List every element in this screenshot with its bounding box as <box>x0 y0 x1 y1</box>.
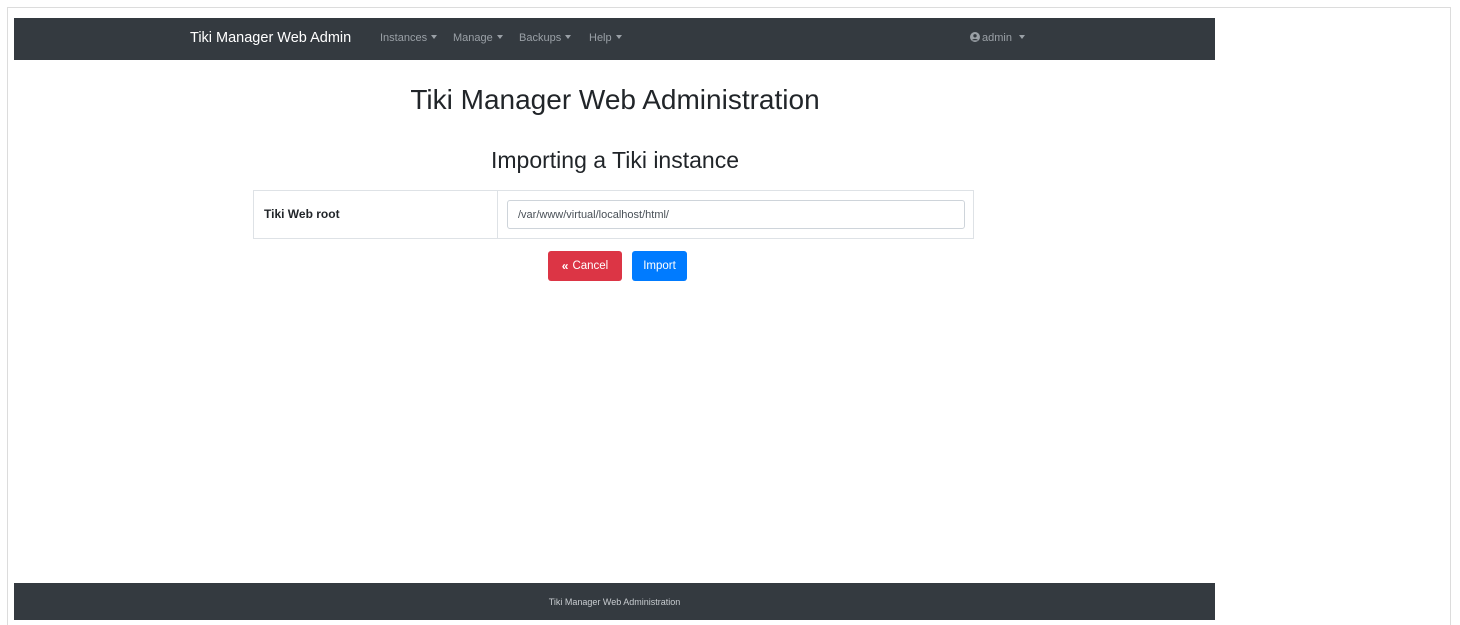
footer-text: Tiki Manager Web Administration <box>548 597 681 607</box>
menu-backups[interactable]: Backups <box>519 32 572 44</box>
menu-instances-label: Instances <box>380 32 428 44</box>
user-menu-label: admin <box>982 32 1012 44</box>
web-root-input[interactable] <box>507 200 965 229</box>
caret-down-icon <box>496 35 503 39</box>
caret-down-icon <box>565 35 572 39</box>
menu-help-label: Help <box>589 32 612 44</box>
cancel-button-label: Cancel <box>572 260 609 272</box>
import-form-table: Tiki Web root <box>253 190 974 239</box>
user-menu[interactable]: admin <box>970 32 1025 44</box>
user-circle-icon <box>970 32 980 42</box>
page-title: Tiki Manager Web Administration <box>410 84 820 115</box>
import-button-label: Import <box>643 260 676 272</box>
page-footer: Tiki Manager Web Administration <box>14 583 1215 620</box>
cancel-button[interactable]: «Cancel <box>548 251 622 281</box>
menu-help[interactable]: Help <box>589 32 622 44</box>
double-chevron-left-icon: « <box>561 259 569 273</box>
top-navbar: Tiki Manager Web Admin Instances Manage … <box>14 18 1215 60</box>
caret-down-icon <box>431 35 438 39</box>
menu-backups-label: Backups <box>519 32 562 44</box>
import-button[interactable]: Import <box>632 251 687 281</box>
web-root-label: Tiki Web root <box>264 207 340 221</box>
caret-down-icon <box>1018 35 1025 39</box>
navbar-brand[interactable]: Tiki Manager Web Admin <box>190 30 351 46</box>
menu-manage-label: Manage <box>453 32 493 44</box>
caret-down-icon <box>615 35 622 39</box>
menu-instances[interactable]: Instances <box>380 32 438 44</box>
page-subtitle: Importing a Tiki instance <box>490 147 739 173</box>
table-divider <box>497 191 498 238</box>
menu-manage[interactable]: Manage <box>453 32 503 44</box>
